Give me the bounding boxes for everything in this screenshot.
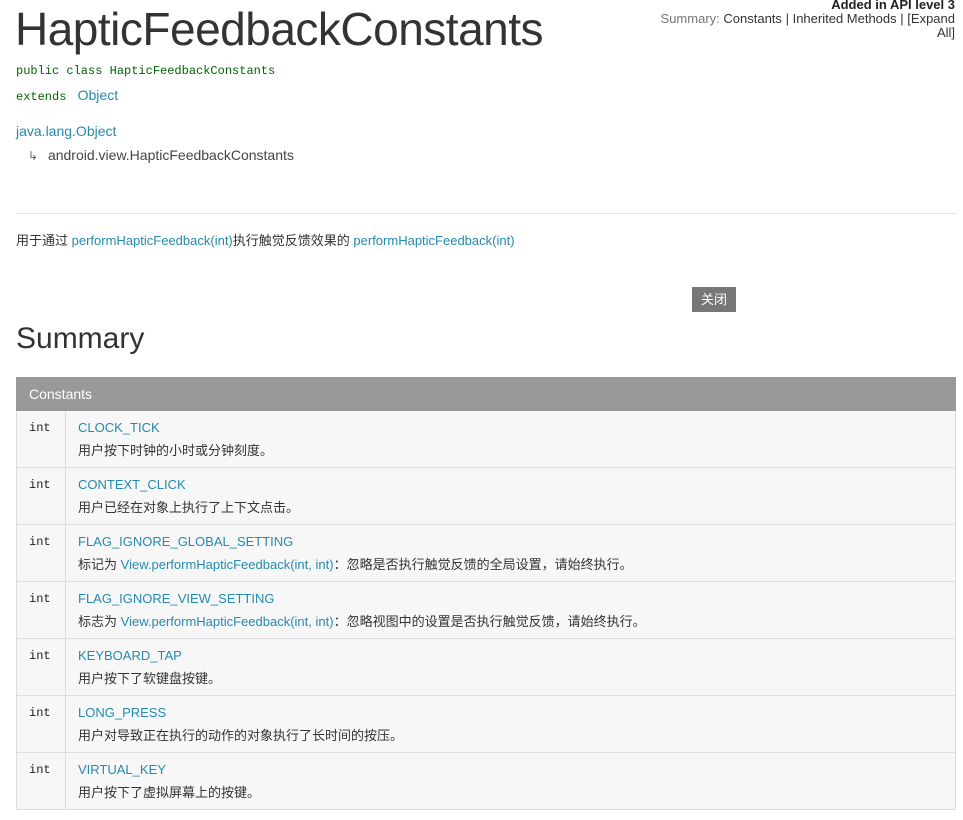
constants-table: Constants int CLOCK_TICK 用户按下时钟的小时或分钟刻度。… — [16, 377, 956, 810]
description-suffix: ：忽略视图中的设置是否执行触觉反馈，请始终执行。 — [333, 614, 646, 629]
constant-link-clock-tick[interactable]: CLOCK_TICK — [78, 419, 943, 437]
constant-detail: LONG_PRESS 用户对导致正在执行的动作的对象执行了长时间的按压。 — [65, 695, 956, 753]
table-row: int FLAG_IGNORE_VIEW_SETTING 标志为 View.pe… — [16, 581, 956, 639]
constant-detail: VIRTUAL_KEY 用户按下了虚拟屏幕上的按键。 — [65, 752, 956, 810]
constant-detail: FLAG_IGNORE_GLOBAL_SETTING 标记为 View.perf… — [65, 524, 956, 582]
summary-nav: Summary: Constants | Inherited Methods |… — [655, 12, 955, 40]
constant-description: 用户按下时钟的小时或分钟刻度。 — [78, 443, 274, 458]
constant-link-keyboard-tap[interactable]: KEYBOARD_TAP — [78, 647, 943, 665]
description-middle: 执行触觉反馈效果的 — [232, 233, 350, 248]
nav-separator: | — [785, 11, 789, 26]
class-declaration: public class HapticFeedbackConstants — [16, 64, 276, 78]
constant-detail: FLAG_IGNORE_VIEW_SETTING 标志为 View.perfor… — [65, 581, 956, 639]
divider — [16, 213, 956, 214]
description-prefix: 标记为 — [78, 557, 118, 572]
constant-description: 用户按下了虚拟屏幕上的按键。 — [78, 785, 261, 800]
nav-link-expand-all[interactable]: [Expand All] — [907, 11, 955, 40]
nav-link-inherited-methods[interactable]: Inherited Methods — [793, 11, 897, 26]
description-link-perform-haptic-feedback-2[interactable]: performHapticFeedback(int) — [353, 233, 514, 248]
description-suffix: ：忽略是否执行触觉反馈的全局设置，请始终执行。 — [333, 557, 633, 572]
constant-link-context-click[interactable]: CONTEXT_CLICK — [78, 476, 943, 494]
extends-declaration: extends Object — [16, 87, 118, 104]
hierarchy-child: ↳ android.view.HapticFeedbackConstants — [28, 147, 294, 163]
class-description: 用于通过 performHapticFeedback(int)执行触觉反馈效果的… — [16, 230, 515, 249]
constant-type: int — [16, 695, 66, 753]
table-row: int FLAG_IGNORE_GLOBAL_SETTING 标记为 View.… — [16, 524, 956, 582]
constant-description: 用户按下了软键盘按键。 — [78, 671, 222, 686]
constant-type: int — [16, 410, 66, 468]
constant-type: int — [16, 581, 66, 639]
extends-keyword: extends — [16, 90, 67, 104]
view-perform-haptic-feedback-link[interactable]: View.performHapticFeedback(int, int) — [121, 614, 334, 629]
constant-description: 标志为 View.performHapticFeedback(int, int)… — [78, 613, 943, 631]
close-button[interactable]: 关闭 — [692, 287, 736, 312]
superclass-link[interactable]: Object — [78, 87, 118, 103]
hierarchy-child-label: android.view.HapticFeedbackConstants — [47, 147, 294, 163]
nav-link-constants[interactable]: Constants — [723, 11, 782, 26]
constant-link-virtual-key[interactable]: VIRTUAL_KEY — [78, 761, 943, 779]
constant-description: 用户对导致正在执行的动作的对象执行了长时间的按压。 — [78, 728, 404, 743]
table-row: int LONG_PRESS 用户对导致正在执行的动作的对象执行了长时间的按压。 — [16, 695, 956, 753]
table-row: int CONTEXT_CLICK 用户已经在对象上执行了上下文点击。 — [16, 467, 956, 525]
class-title: HapticFeedbackConstants — [15, 3, 544, 55]
constant-description: 用户已经在对象上执行了上下文点击。 — [78, 500, 300, 515]
table-row: int KEYBOARD_TAP 用户按下了软键盘按键。 — [16, 638, 956, 696]
description-link-perform-haptic-feedback[interactable]: performHapticFeedback(int) — [72, 233, 233, 248]
constants-table-header: Constants — [16, 377, 956, 411]
constant-description: 标记为 View.performHapticFeedback(int, int)… — [78, 556, 943, 574]
view-perform-haptic-feedback-link[interactable]: View.performHapticFeedback(int, int) — [121, 557, 334, 572]
constant-type: int — [16, 524, 66, 582]
constant-type: int — [16, 638, 66, 696]
hierarchy-root-link[interactable]: java.lang.Object — [16, 123, 116, 139]
summary-nav-prefix: Summary: — [660, 11, 720, 26]
constant-detail: CONTEXT_CLICK 用户已经在对象上执行了上下文点击。 — [65, 467, 956, 525]
constant-type: int — [16, 752, 66, 810]
description-prefix: 用于通过 — [16, 233, 69, 248]
table-row: int CLOCK_TICK 用户按下时钟的小时或分钟刻度。 — [16, 410, 956, 468]
summary-title: Summary — [16, 322, 145, 355]
table-row: int VIRTUAL_KEY 用户按下了虚拟屏幕上的按键。 — [16, 752, 956, 810]
constant-detail: CLOCK_TICK 用户按下时钟的小时或分钟刻度。 — [65, 410, 956, 468]
description-prefix: 标志为 — [78, 614, 118, 629]
constant-link-flag-ignore-global-setting[interactable]: FLAG_IGNORE_GLOBAL_SETTING — [78, 533, 943, 551]
nav-separator: | — [900, 11, 904, 26]
constant-detail: KEYBOARD_TAP 用户按下了软键盘按键。 — [65, 638, 956, 696]
constant-type: int — [16, 467, 66, 525]
constant-link-flag-ignore-view-setting[interactable]: FLAG_IGNORE_VIEW_SETTING — [78, 590, 943, 608]
constant-link-long-press[interactable]: LONG_PRESS — [78, 704, 943, 722]
hierarchy-arrow-icon: ↳ — [28, 149, 39, 163]
